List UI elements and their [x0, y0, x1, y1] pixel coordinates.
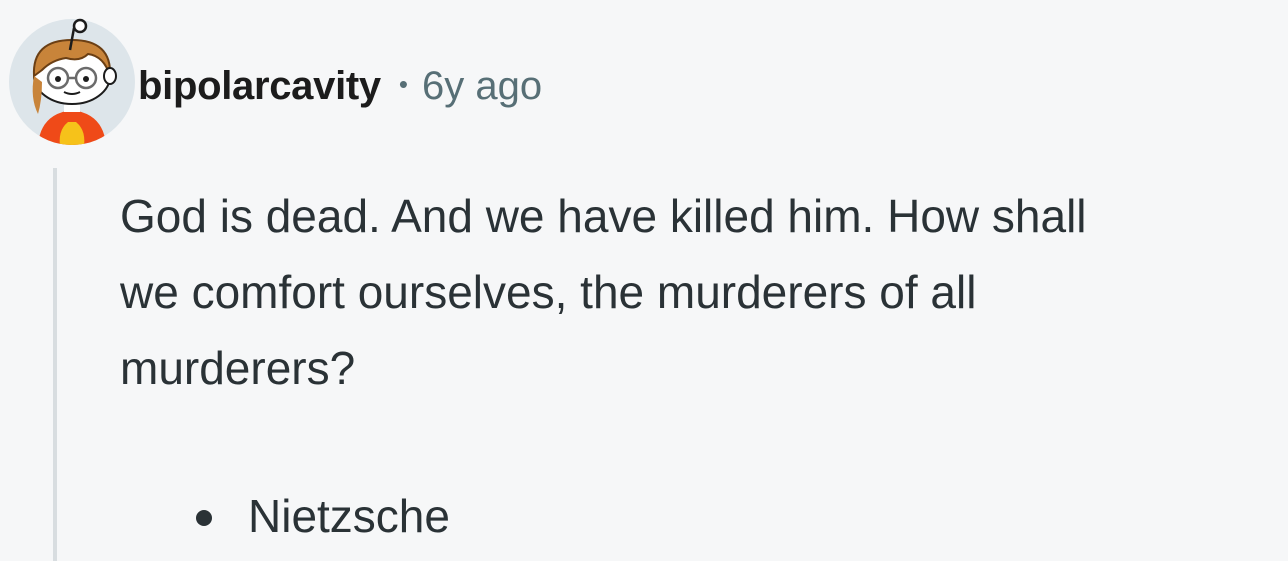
bullet-icon: [196, 510, 212, 526]
list-item: Nietzsche: [196, 484, 450, 548]
comment-meta: bipolarcavity • 6y ago: [138, 56, 542, 116]
username-link[interactable]: bipolarcavity: [138, 64, 381, 109]
comment-timestamp[interactable]: 6y ago: [422, 64, 542, 109]
list-item-text: Nietzsche: [248, 490, 450, 542]
comment-body: God is dead. And we have killed him. How…: [120, 178, 1288, 406]
comment-body-line: God is dead. And we have killed him. How…: [120, 190, 1087, 242]
comment-body-line: we comfort ourselves, the murderers of a…: [120, 266, 977, 318]
meta-separator: •: [398, 68, 408, 99]
comment-bullet-list: Nietzsche: [196, 484, 450, 548]
snoo-avatar-icon: [9, 18, 135, 145]
thread-line[interactable]: [53, 168, 57, 561]
comment-body-line: murderers?: [120, 342, 356, 394]
comment: bipolarcavity • 6y ago God is dead. And …: [0, 0, 1288, 561]
user-avatar[interactable]: [8, 18, 136, 146]
